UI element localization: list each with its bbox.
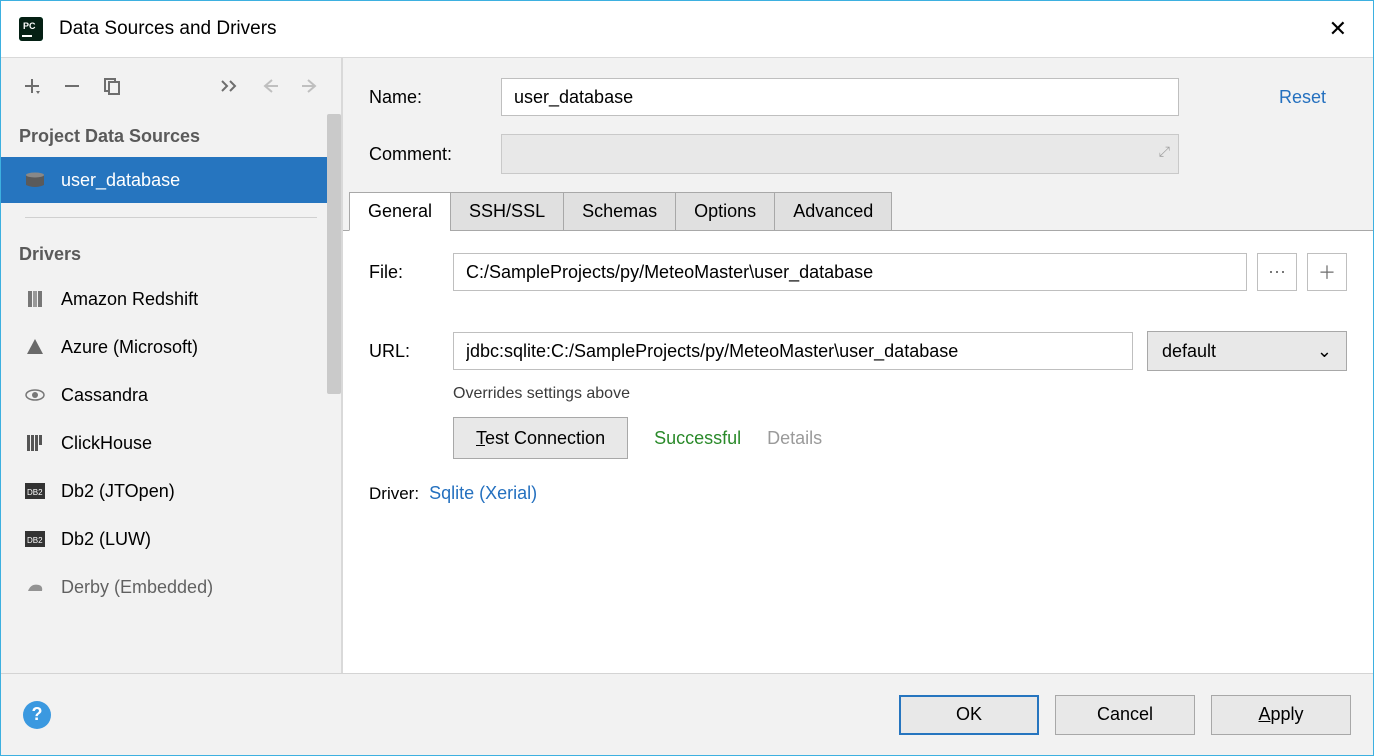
driver-item-redshift[interactable]: Amazon Redshift [1,275,341,323]
driver-label: Driver: [369,484,419,504]
drivers-list: Amazon Redshift Azure (Microsoft) Cassan… [1,275,341,611]
comment-label: Comment: [369,144,501,165]
remove-icon[interactable] [55,69,89,103]
clickhouse-icon [23,433,47,453]
driver-link[interactable]: Sqlite (Xerial) [429,483,537,504]
sidebar-toolbar [1,58,341,114]
ok-button[interactable]: OK [899,695,1039,735]
driver-label: Cassandra [61,385,148,406]
driver-item-db2-jtopen[interactable]: DB2 Db2 (JTOpen) [1,467,341,515]
driver-label: Db2 (JTOpen) [61,481,175,502]
comment-input[interactable]: ⤢ [501,134,1179,174]
driver-label: Azure (Microsoft) [61,337,198,358]
db2-icon: DB2 [23,529,47,549]
help-icon[interactable]: ? [23,701,51,729]
tab-general[interactable]: General [349,192,451,231]
data-source-label: user_database [61,170,180,191]
driver-item-clickhouse[interactable]: ClickHouse [1,419,341,467]
drivers-header: Drivers [1,232,341,275]
file-input[interactable] [453,253,1247,291]
svg-text:PC: PC [23,21,36,31]
name-input[interactable] [501,78,1179,116]
close-icon[interactable]: ✕ [1321,12,1355,46]
driver-label: Derby (Embedded) [61,577,213,598]
footer: ? OK Cancel Apply [1,673,1373,755]
tab-sshssl[interactable]: SSH/SSL [450,192,564,231]
azure-icon [23,337,47,357]
more-icon[interactable] [213,69,247,103]
driver-item-db2-luw[interactable]: DB2 Db2 (LUW) [1,515,341,563]
sidebar-separator [25,217,317,218]
redshift-icon [23,289,47,309]
test-details-link[interactable]: Details [767,428,822,449]
url-label: URL: [369,341,453,362]
add-file-button[interactable]: ＋ [1307,253,1347,291]
derby-icon [23,577,47,597]
back-icon [253,69,287,103]
sidebar-scrollbar[interactable] [327,114,341,394]
add-icon[interactable] [15,69,49,103]
cancel-button[interactable]: Cancel [1055,695,1195,735]
forward-icon [293,69,327,103]
name-label: Name: [369,87,501,108]
reset-link[interactable]: Reset [1279,87,1326,108]
svg-text:DB2: DB2 [27,536,43,545]
driver-item-derby[interactable]: Derby (Embedded) [1,563,341,611]
sidebar: Project Data Sources user_database Drive… [1,57,341,673]
driver-item-azure[interactable]: Azure (Microsoft) [1,323,341,371]
browse-button[interactable]: ⋯ [1257,253,1297,291]
tab-schemas[interactable]: Schemas [563,192,676,231]
file-label: File: [369,262,453,283]
driver-label: Amazon Redshift [61,289,198,310]
driver-item-cassandra[interactable]: Cassandra [1,371,341,419]
tab-body-general: File: ⋯ ＋ URL: default ⌄ Overrides setti… [343,231,1373,673]
db2-icon: DB2 [23,481,47,501]
url-template-dropdown[interactable]: default ⌄ [1147,331,1347,371]
content-panel: Name: Reset Comment: ⤢ General SSH/SSL S… [341,57,1373,673]
titlebar: PC Data Sources and Drivers ✕ [1,1,1373,57]
tab-advanced[interactable]: Advanced [774,192,892,231]
tabs: General SSH/SSL Schemas Options Advanced [343,192,1373,231]
svg-text:DB2: DB2 [27,488,43,497]
cassandra-icon [23,385,47,405]
url-input[interactable] [453,332,1133,370]
test-status: Successful [654,428,741,449]
project-data-sources-header: Project Data Sources [1,114,341,157]
tab-options[interactable]: Options [675,192,775,231]
window-title: Data Sources and Drivers [59,18,1321,40]
driver-label: Db2 (LUW) [61,529,151,550]
url-hint: Overrides settings above [453,385,1347,403]
chevron-down-icon: ⌄ [1317,341,1332,362]
test-connection-button[interactable]: Test Connection [453,417,628,459]
data-source-item[interactable]: user_database [1,157,341,203]
expand-icon[interactable]: ⤢ [1159,143,1170,160]
apply-button[interactable]: Apply [1211,695,1351,735]
app-icon: PC [19,17,43,41]
database-icon [23,171,47,189]
driver-label: ClickHouse [61,433,152,454]
dropdown-value: default [1162,341,1216,362]
copy-icon[interactable] [95,69,129,103]
